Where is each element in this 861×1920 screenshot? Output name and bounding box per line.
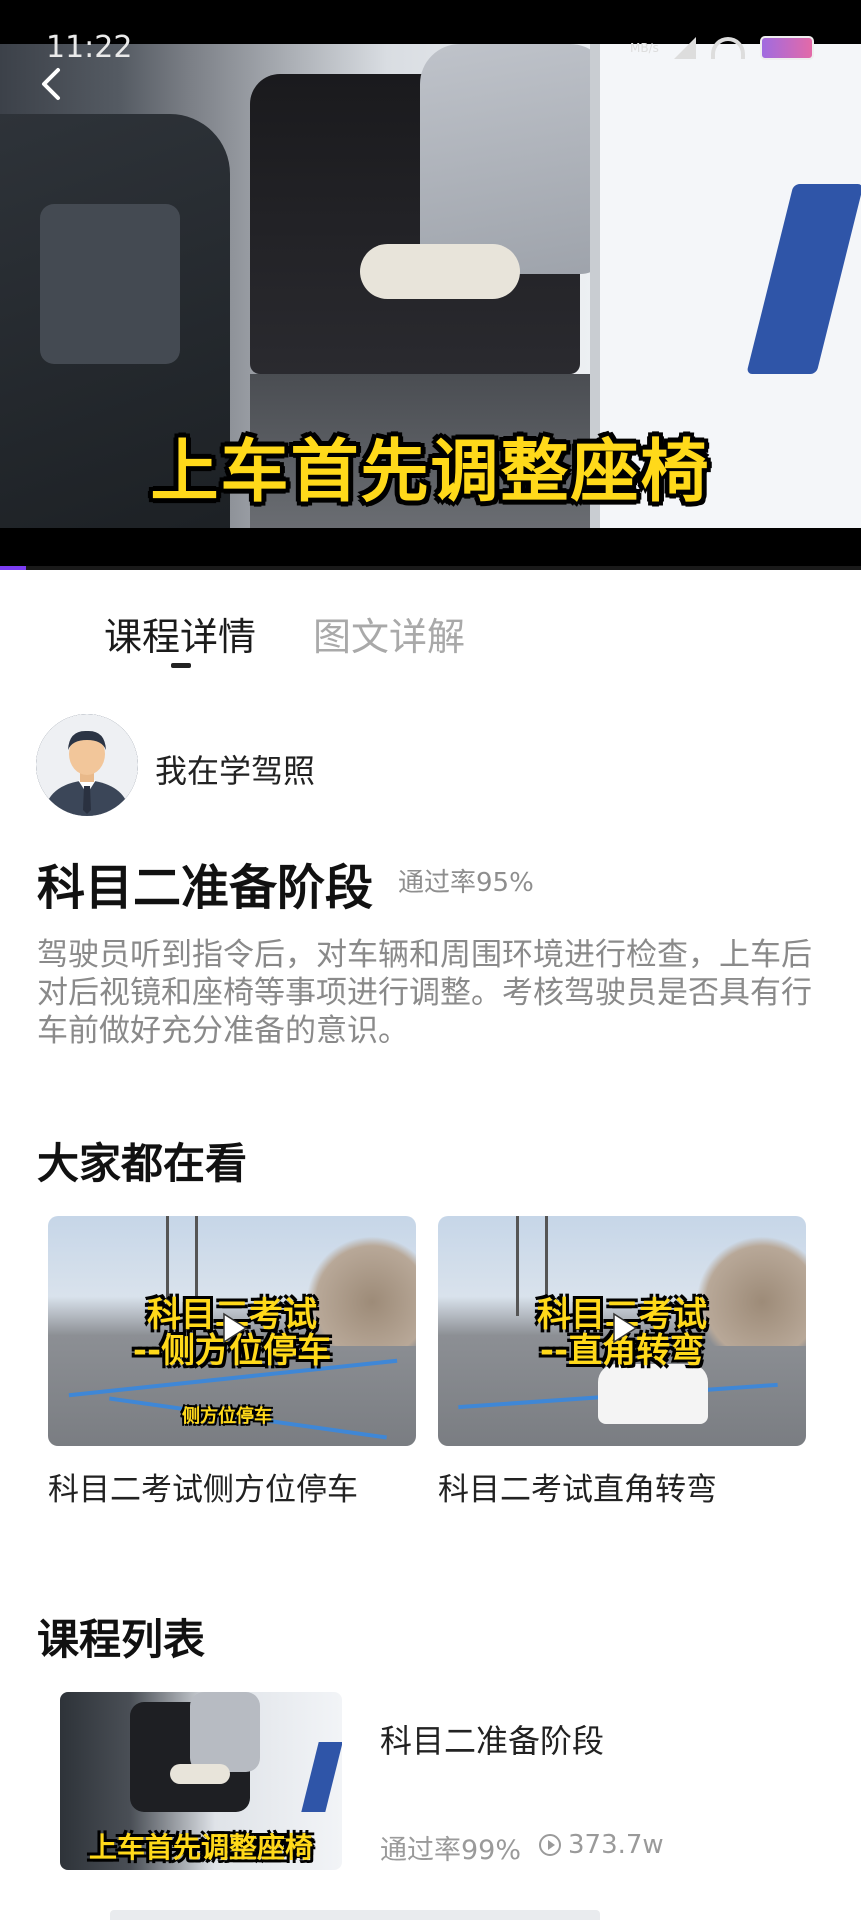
thumb-car-number xyxy=(301,1742,342,1812)
tab-course-details[interactable]: 课程详情 xyxy=(104,606,256,661)
video-progress-track[interactable] xyxy=(0,566,861,570)
status-bar: 11:22 MB/s xyxy=(0,0,861,65)
watching-thumbnail[interactable]: 科目二考试 --直角转弯 xyxy=(438,1216,806,1446)
views-play-icon xyxy=(538,1833,562,1857)
course-list-item-title[interactable]: 科目二准备阶段 xyxy=(380,1716,604,1762)
tab-graphic-explanation[interactable]: 图文详解 xyxy=(313,606,465,661)
video-driver xyxy=(420,44,610,274)
course-list-thumbnail[interactable]: 上车首先调整座椅 xyxy=(60,1692,342,1870)
wifi-icon xyxy=(711,37,746,59)
next-list-item[interactable] xyxy=(110,1910,600,1920)
play-icon xyxy=(223,1312,248,1344)
thumb-car xyxy=(598,1364,708,1424)
video-door-panel xyxy=(40,204,180,364)
author-name[interactable]: 我在学驾照 xyxy=(155,746,315,792)
thumb-cushion xyxy=(170,1764,230,1784)
tab-active-indicator xyxy=(171,663,191,668)
back-button[interactable] xyxy=(30,62,74,106)
play-button[interactable] xyxy=(212,1308,252,1348)
battery-icon xyxy=(760,36,815,60)
avatar[interactable] xyxy=(36,714,138,816)
video-seat-cushion xyxy=(360,244,520,299)
course-description: 驾驶员听到指令后，对车辆和周围环境进行检查，上车后对后视镜和座椅等事项进行调整。… xyxy=(37,937,812,1049)
network-speed: MB/s xyxy=(630,41,659,55)
watching-item-label[interactable]: 科目二考试侧方位停车 xyxy=(48,1464,358,1509)
video-subtitle: 上车首先调整座椅 xyxy=(150,433,711,512)
watching-item-label[interactable]: 科目二考试直角转弯 xyxy=(438,1464,717,1509)
avatar-icon xyxy=(36,714,138,816)
thumb-caption: 侧方位停车 xyxy=(182,1406,272,1427)
course-pass-rate: 通过率95% xyxy=(398,868,534,898)
status-time: 11:22 xyxy=(46,30,133,65)
thumb-driver xyxy=(190,1692,260,1772)
course-list-item-views: 373.7w xyxy=(568,1830,664,1860)
watching-section-title: 大家都在看 xyxy=(37,1139,248,1188)
course-list-item-pass-rate: 通过率99% xyxy=(380,1835,522,1866)
back-arrow-icon xyxy=(42,68,60,100)
signal-icon xyxy=(673,37,696,59)
play-button[interactable] xyxy=(602,1308,642,1348)
course-list-thumb-text: 上车首先调整座椅 xyxy=(88,1831,313,1864)
watching-thumbnail[interactable]: 科目二考试 --侧方位停车 侧方位停车 xyxy=(48,1216,416,1446)
video-progress-fill xyxy=(0,566,26,570)
video-player[interactable]: 上车首先调整座椅 xyxy=(0,0,861,570)
play-icon xyxy=(613,1312,638,1344)
course-title: 科目二准备阶段 xyxy=(37,860,374,916)
status-icons: MB/s xyxy=(620,36,820,62)
course-list-title: 课程列表 xyxy=(37,1615,206,1664)
